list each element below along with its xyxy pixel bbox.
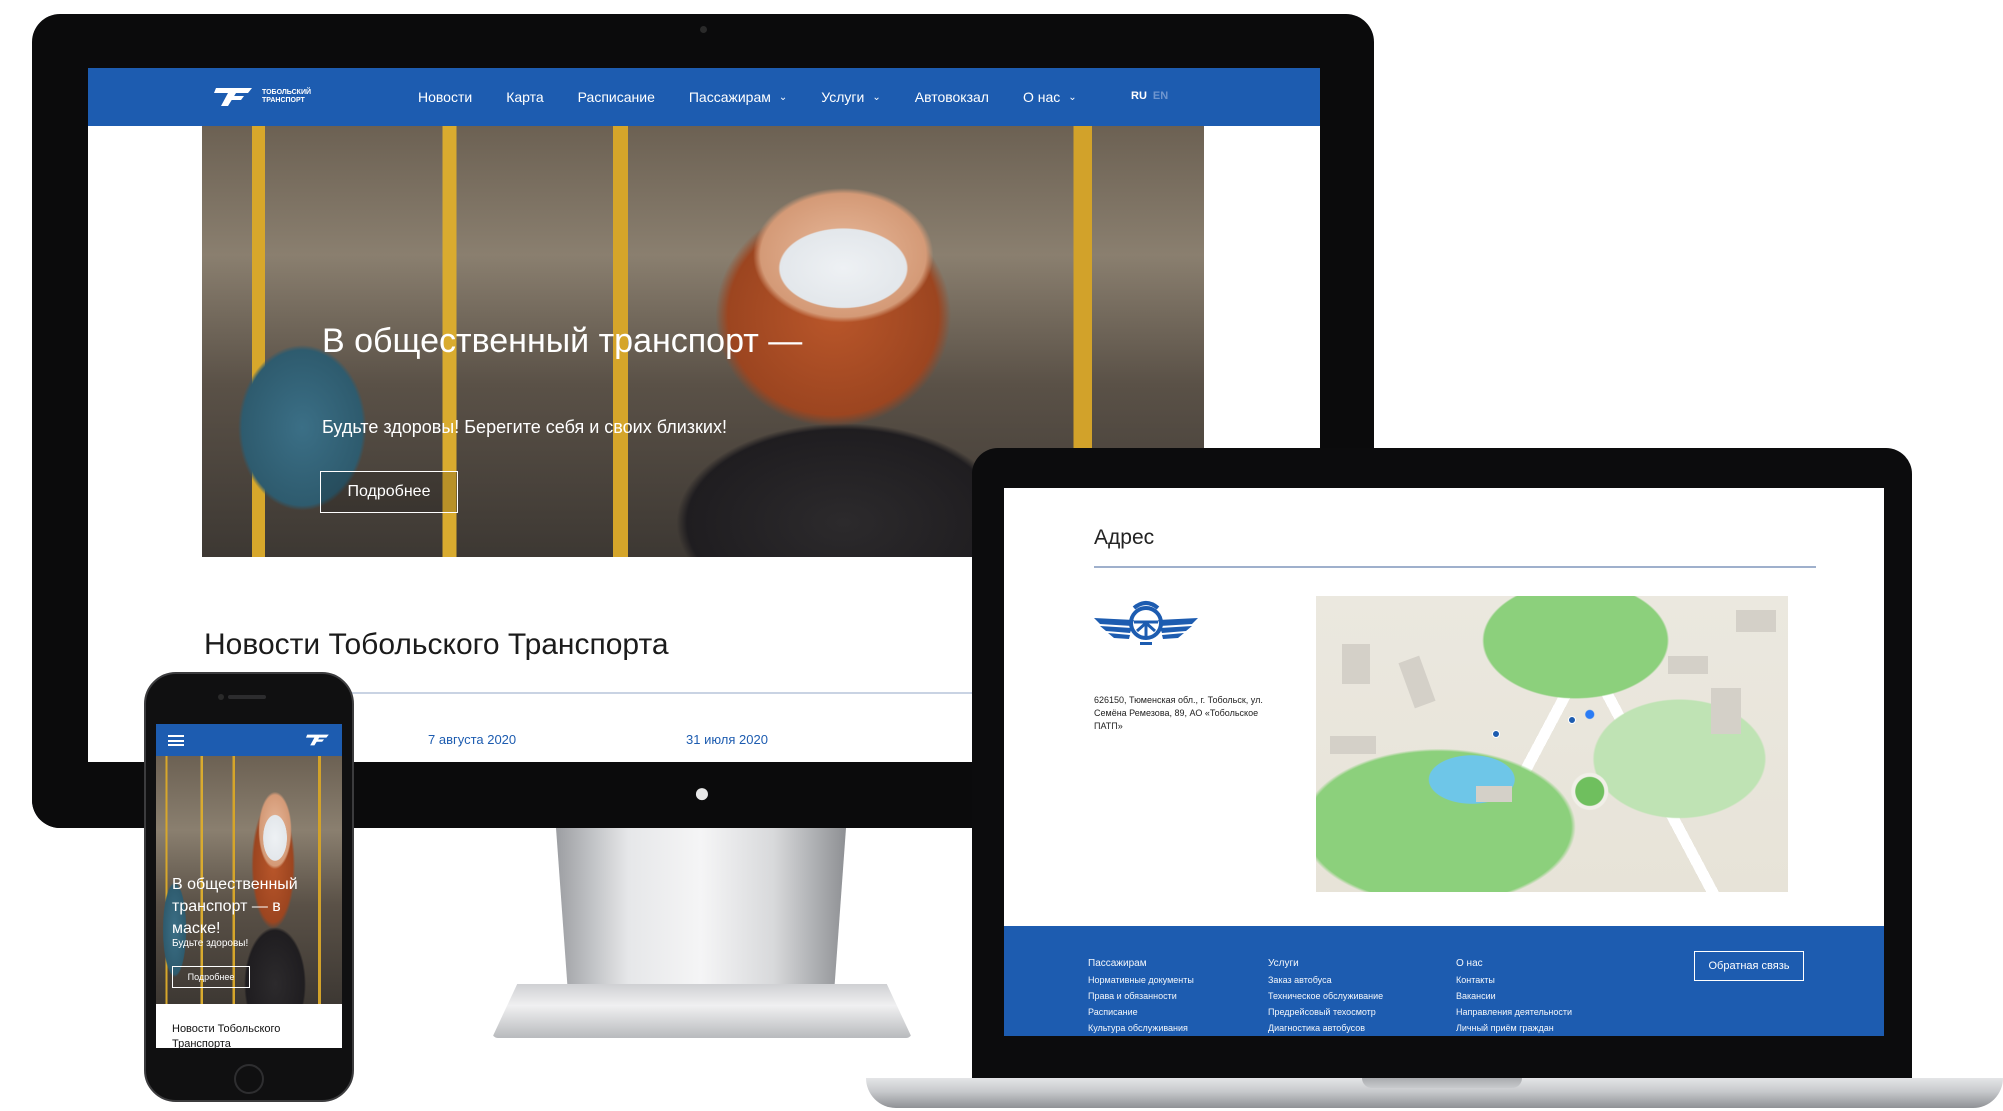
footer-link[interactable]: Контакты	[1456, 972, 1572, 988]
site-footer: Пассажирам Нормативные документы Права и…	[1004, 926, 1884, 1036]
address-title: Адрес	[1094, 526, 1155, 549]
news-section-title: Новости Тобольского Транспорта	[204, 628, 669, 661]
footer-link[interactable]: Расписание	[1088, 1004, 1194, 1020]
mobile-screen: В общественный транспорт — в маске! Будь…	[156, 724, 342, 1048]
footer-link[interactable]: Услуги	[1268, 956, 1383, 972]
nav-label: О нас	[1022, 89, 1061, 105]
laptop-screen: Адрес 626150, Тюменская обл., г. Тобольс…	[1004, 488, 1884, 1036]
footer-link[interactable]: Культура обслуживания	[1088, 1020, 1194, 1036]
footer-link[interactable]: Права и обязанности	[1088, 988, 1194, 1004]
mobile-hero-subtitle: Будьте здоровы!	[172, 938, 249, 949]
chevron-down-icon: ⌄	[872, 91, 881, 103]
footer-link[interactable]: О нас	[1456, 956, 1572, 972]
nav-item-passengers[interactable]: Пассажирам ⌄	[689, 89, 787, 105]
chevron-down-icon: ⌄	[778, 91, 788, 103]
map-pin-icon[interactable]	[1568, 716, 1576, 724]
nav-item-bus-station[interactable]: Автовокзал	[915, 89, 989, 105]
nav-item-services[interactable]: Услуги ⌄	[821, 89, 880, 105]
nav-item-about[interactable]: О нас ⌄	[1023, 89, 1077, 105]
chevron-down-icon: ⌄	[1068, 91, 1077, 103]
hero-subtitle: Будьте здоровы! Берегите себя и своих бл…	[322, 417, 727, 437]
footer-link[interactable]: Заказ автобуса	[1268, 972, 1383, 988]
logo-text: ТОБОЛЬСКИЙ ТРАНСПОРТ	[262, 89, 312, 104]
footer-link[interactable]: Техническое обслуживание	[1268, 988, 1383, 1004]
footer-column-services: Услуги Заказ автобуса Техническое обслуж…	[1268, 956, 1383, 1036]
company-emblem-icon	[1094, 601, 1198, 645]
nav-item-schedule[interactable]: Расписание	[578, 89, 655, 105]
map-building	[1736, 610, 1776, 632]
nav-item-map[interactable]: Карта	[506, 89, 543, 105]
map-building	[1711, 688, 1741, 734]
main-nav: Новости Карта Расписание Пассажирам ⌄ Усл…	[418, 68, 1111, 126]
map-building	[1330, 736, 1376, 754]
address-divider	[1094, 566, 1816, 568]
phone-camera	[218, 694, 224, 700]
address-text: 626150, Тюменская обл., г. Тобольск, ул.…	[1094, 695, 1263, 731]
nav-label: Новости	[418, 89, 473, 105]
nav-label: Автовокзал	[914, 89, 989, 105]
site-logo[interactable]: ТОБОЛЬСКИЙ ТРАНСПОРТ	[214, 86, 324, 110]
footer-link[interactable]: Личный приём граждан	[1456, 1020, 1572, 1036]
mobile-news-title: Новости Тобольского Транспорта	[172, 1023, 281, 1048]
site-header: ТОБОЛЬСКИЙ ТРАНСПОРТ Новости Карта Распи…	[88, 68, 1320, 126]
imac-stand-neck	[556, 828, 846, 988]
phone-home-button[interactable]	[234, 1064, 264, 1094]
phone-speaker	[228, 695, 266, 699]
footer-link[interactable]: Предрейсовый техосмотр	[1268, 1004, 1383, 1020]
lang-ru[interactable]: RU	[1131, 90, 1147, 102]
mobile-hero-banner: В общественный транспорт — в маске! Будь…	[156, 756, 342, 1004]
map-building	[1668, 656, 1708, 674]
news-date[interactable]: 31 июля 2020	[686, 732, 768, 747]
lang-en[interactable]: EN	[1153, 90, 1168, 102]
map-icon[interactable]	[1316, 596, 1788, 892]
news-date[interactable]: 7 августа 2020	[428, 732, 516, 747]
nav-label: Пассажирам	[688, 89, 771, 105]
footer-column-passengers: Пассажирам Нормативные документы Права и…	[1088, 956, 1194, 1036]
hero-title: В общественный транспорт —	[322, 322, 803, 360]
hamburger-icon[interactable]	[168, 735, 184, 746]
feedback-button[interactable]: Обратная связь	[1694, 951, 1804, 981]
footer-link[interactable]: Диагностика автобусов	[1268, 1020, 1383, 1036]
footer-link[interactable]: Вакансии	[1456, 988, 1572, 1004]
imac-camera	[700, 26, 707, 33]
mobile-hero-more-button[interactable]: Подробнее	[172, 966, 250, 988]
mobile-hero-title: В общественный транспорт — в маске!	[172, 876, 298, 937]
footer-link[interactable]: Нормативные документы	[1088, 972, 1194, 988]
laptop-notch	[1362, 1078, 1522, 1088]
footer-column-about: О нас Контакты Вакансии Направления деят…	[1456, 956, 1572, 1036]
map-building	[1398, 655, 1436, 709]
footer-link[interactable]: Пассажирам	[1088, 956, 1194, 972]
imac-stand-foot	[492, 984, 912, 1038]
nav-label: Карта	[506, 89, 544, 105]
map-building	[1342, 644, 1370, 684]
apple-logo-icon: ●	[693, 777, 711, 808]
logo-icon	[214, 88, 252, 106]
language-switcher: RU EN	[1131, 90, 1168, 102]
nav-item-news[interactable]: Новости	[418, 89, 472, 105]
map-pin-icon[interactable]	[1492, 730, 1500, 738]
nav-label: Расписание	[577, 89, 655, 105]
hero-more-button[interactable]: Подробнее	[320, 471, 458, 513]
nav-label: Услуги	[821, 89, 865, 105]
mobile-header	[156, 724, 342, 756]
map-building	[1476, 786, 1512, 802]
footer-link[interactable]: Направления деятельности	[1456, 1004, 1572, 1020]
logo-icon[interactable]	[306, 733, 330, 747]
